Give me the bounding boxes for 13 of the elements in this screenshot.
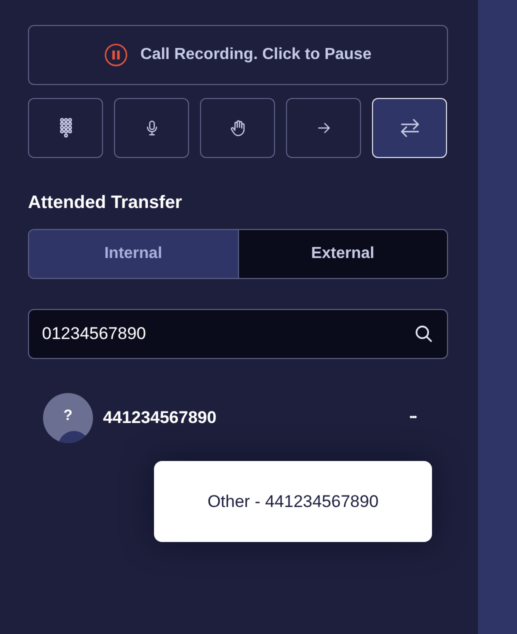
more-options-button[interactable]: ••• <box>406 411 420 425</box>
hand-icon <box>228 119 246 137</box>
search-field[interactable]: 01234567890 <box>28 309 448 359</box>
tooltip: Other - 441234567890 <box>154 461 432 542</box>
section-title: Attended Transfer <box>28 191 184 213</box>
transfer-arrows-icon <box>398 117 420 139</box>
call-recording-button[interactable]: Call Recording. Click to Pause <box>28 25 448 85</box>
transfer-tab[interactable]: External <box>238 230 447 278</box>
search-icon[interactable] <box>414 324 434 344</box>
transfer-tab[interactable]: Internal <box>29 230 238 278</box>
avatar: ? <box>43 393 93 443</box>
call-action-button[interactable] <box>28 98 103 158</box>
contact-number: 441234567890 <box>103 407 216 430</box>
